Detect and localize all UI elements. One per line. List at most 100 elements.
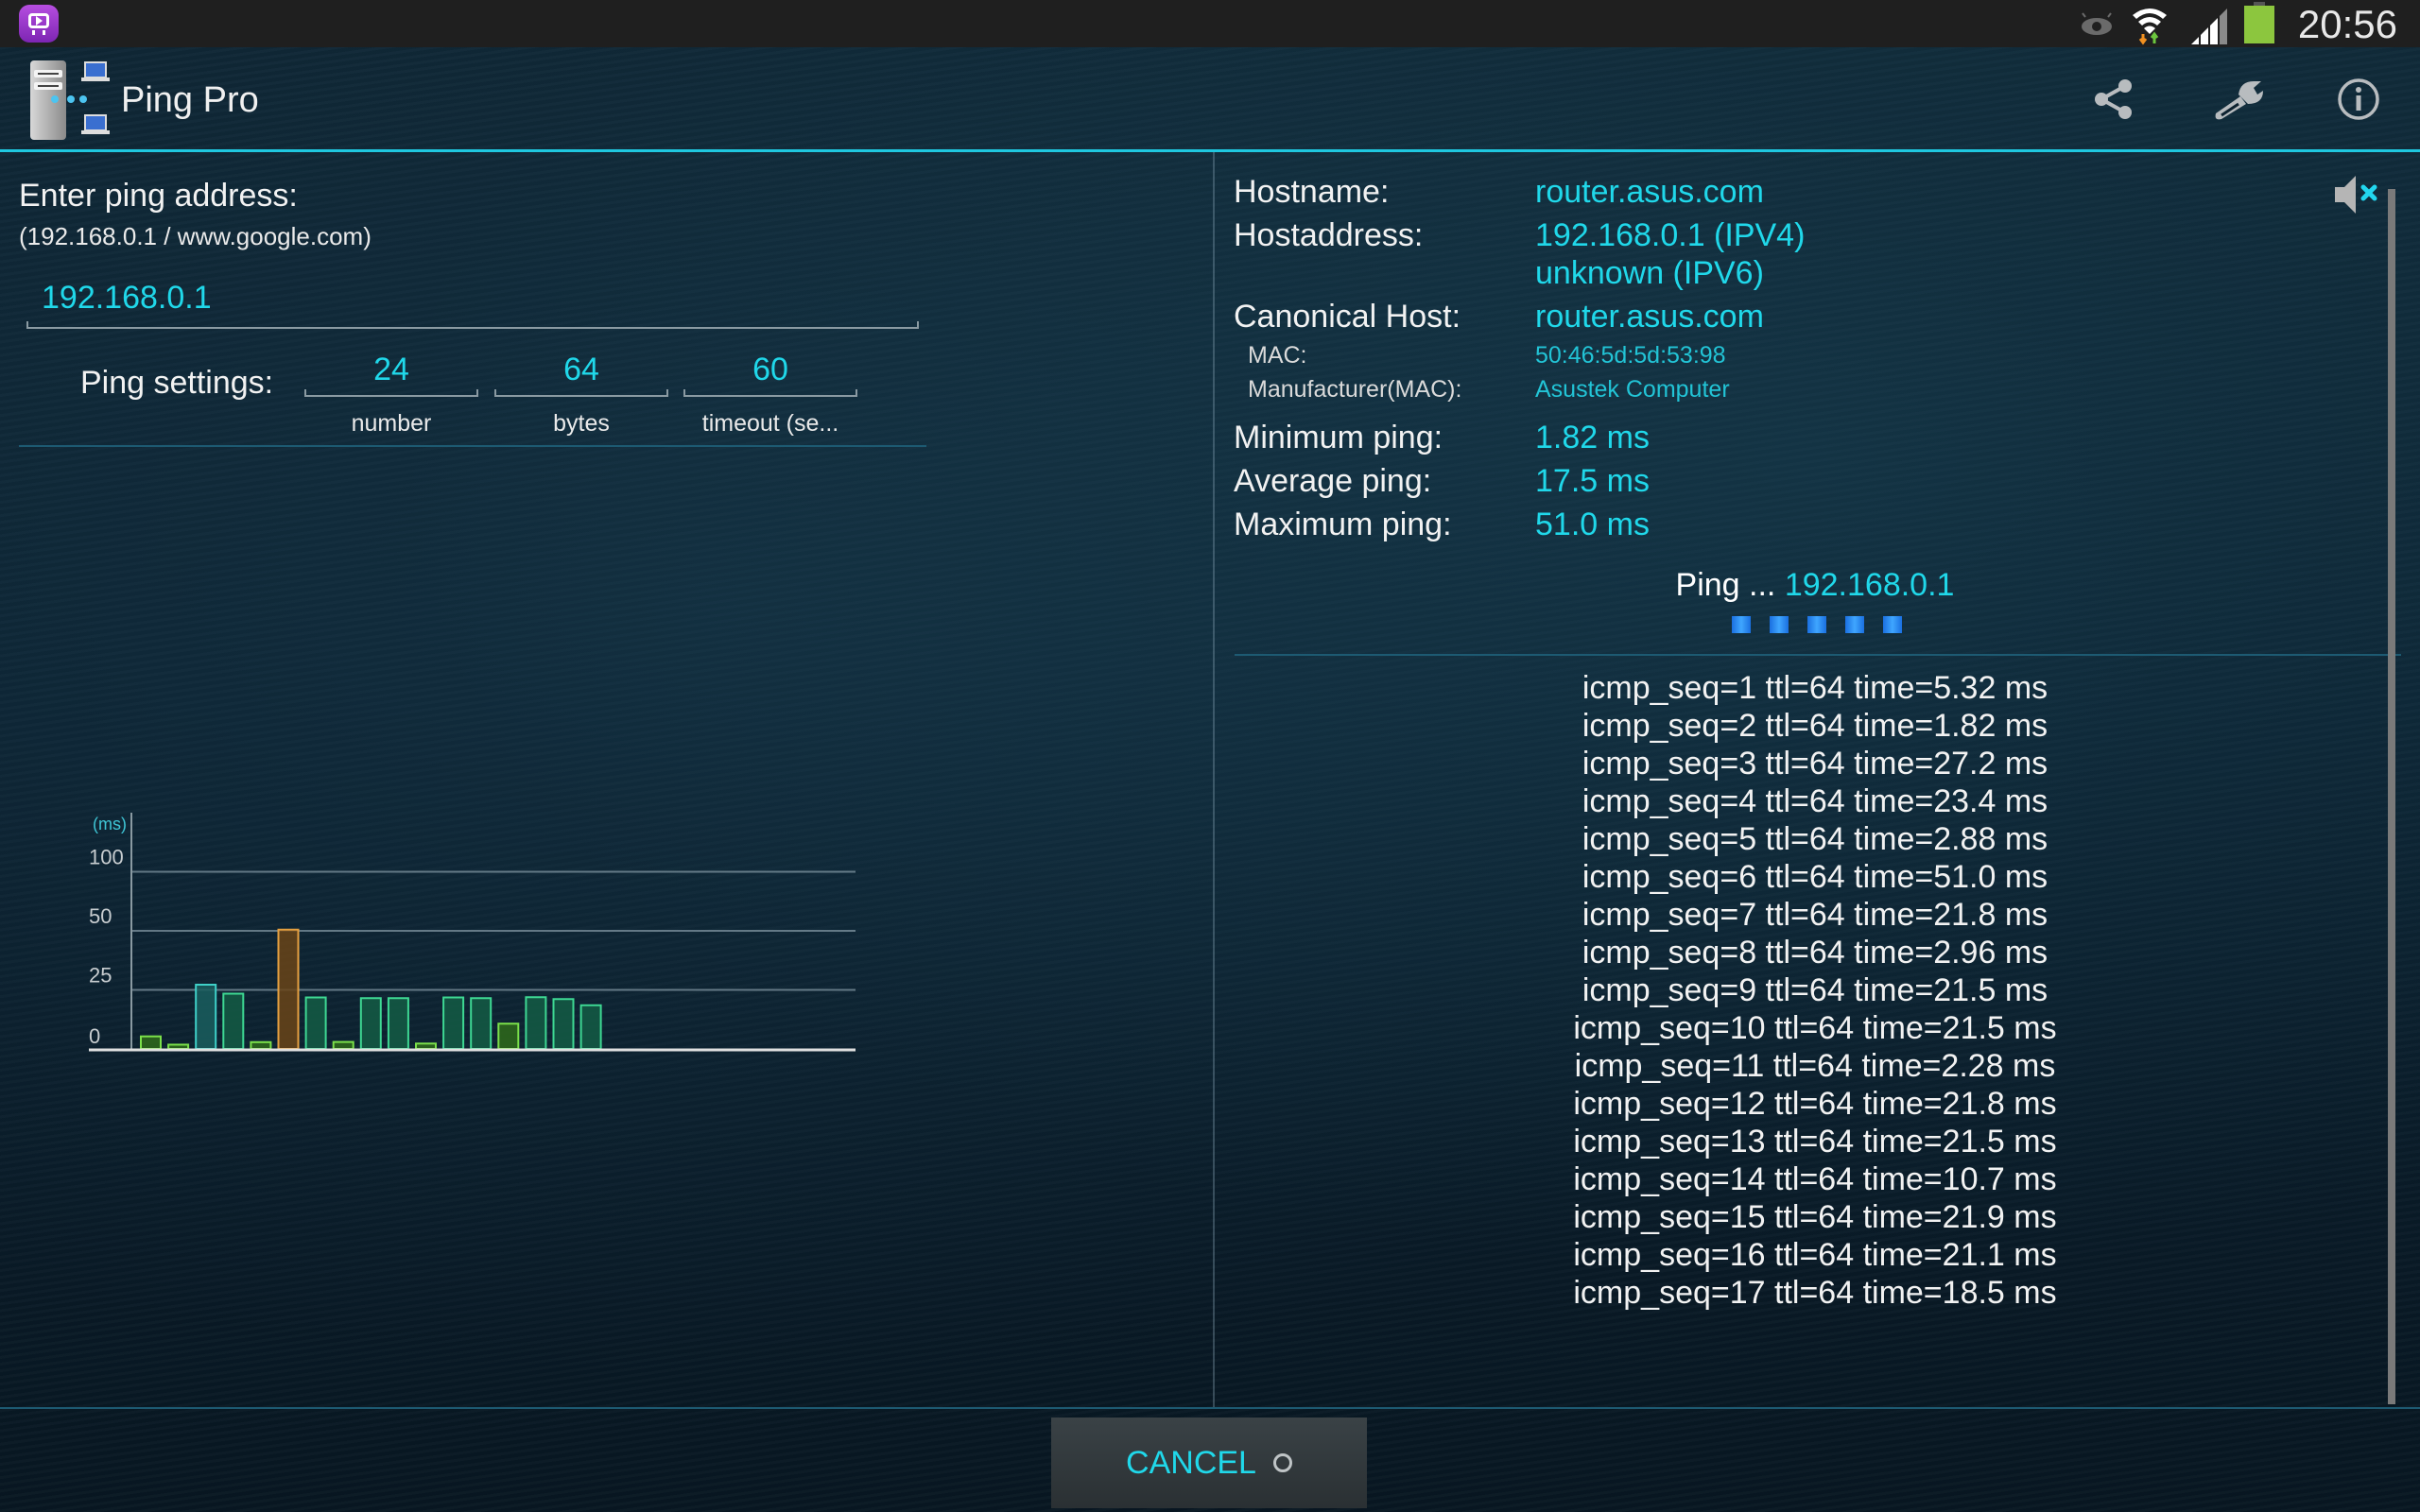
chart-bar <box>579 1004 602 1050</box>
min-ping-label: Minimum ping: <box>1234 420 1443 455</box>
cancel-button[interactable]: CANCEL <box>1051 1418 1367 1508</box>
settings-divider <box>19 445 926 447</box>
log-line: icmp_seq=1 ttl=64 time=5.32 ms <box>1582 670 2048 706</box>
chart-bar <box>387 997 409 1050</box>
chart-bar <box>332 1040 354 1051</box>
progress-dot <box>1770 616 1789 633</box>
chart-bar <box>277 928 300 1050</box>
log-line: icmp_seq=2 ttl=64 time=1.82 ms <box>1582 708 2048 744</box>
ping-bytes-input[interactable] <box>494 346 668 393</box>
log-line: icmp_seq=10 ttl=64 time=21.5 ms <box>1573 1010 2057 1046</box>
chart-y-tick: 50 <box>89 904 112 928</box>
ping-chart: (ms) 0 25 50 100 <box>89 813 856 1052</box>
hostname-label: Hostname: <box>1234 174 1390 210</box>
action-bar-divider <box>0 149 2420 152</box>
chart-y-tick: 100 <box>89 846 124 869</box>
avg-ping-label: Average ping: <box>1234 463 1432 499</box>
ping-count-caption: number <box>351 410 432 437</box>
ipv6-value: unknown (IPV6) <box>1535 255 1764 291</box>
action-bar <box>0 47 2420 149</box>
log-line: icmp_seq=15 ttl=64 time=21.9 ms <box>1573 1199 2057 1235</box>
panel-divider <box>1213 152 1215 1408</box>
chart-bar <box>442 996 465 1050</box>
log-line: icmp_seq=5 ttl=64 time=2.88 ms <box>1582 821 2048 857</box>
battery-icon <box>2244 2 2274 43</box>
log-line: icmp_seq=6 ttl=64 time=51.0 ms <box>1582 859 2048 895</box>
ipv4-value: 192.168.0.1 (IPV4) <box>1535 217 1806 253</box>
ping-timeout-caption: timeout (se... <box>701 410 839 437</box>
wifi-icon <box>2133 9 2167 45</box>
ping-bytes-field: bytes <box>494 346 668 438</box>
log-line: icmp_seq=9 ttl=64 time=21.5 ms <box>1582 972 2048 1008</box>
bottom-divider <box>0 1407 2420 1409</box>
ping-status: Ping ... 192.168.0.1 <box>1229 567 2401 604</box>
mac-label: MAC: <box>1248 342 1307 369</box>
min-ping-value: 1.82 ms <box>1535 420 1650 455</box>
progress-dot <box>1732 616 1751 633</box>
max-ping-label: Maximum ping: <box>1234 507 1452 542</box>
chart-y-tick: 25 <box>89 964 112 988</box>
log-line: icmp_seq=8 ttl=64 time=2.96 ms <box>1582 935 2048 971</box>
clock: 20:56 <box>2297 2 2397 46</box>
progress-dot <box>1807 616 1826 633</box>
share-button[interactable] <box>2083 68 2145 130</box>
log-scrollbar[interactable] <box>2388 189 2395 1404</box>
canonical-host-value: router.asus.com <box>1535 299 1764 335</box>
ping-count-input[interactable] <box>304 346 478 393</box>
chart-bar <box>497 1022 520 1050</box>
log-line: icmp_seq=16 ttl=64 time=21.1 ms <box>1573 1237 2057 1273</box>
log-line: icmp_seq=4 ttl=64 time=23.4 ms <box>1582 783 2048 819</box>
address-input-underline <box>26 321 919 329</box>
cancel-label: CANCEL <box>1126 1444 1256 1481</box>
app-title: Ping Pro <box>121 80 259 120</box>
chart-bar <box>415 1042 437 1050</box>
log-line: icmp_seq=14 ttl=64 time=10.7 ms <box>1573 1161 2057 1197</box>
smart-stay-eye-icon <box>2082 12 2112 35</box>
chart-y-label: (ms) <box>93 815 127 833</box>
volume-mute-icon <box>2335 176 2377 214</box>
chart-bar <box>304 996 327 1050</box>
status-bar <box>0 0 2420 47</box>
chart-bar <box>222 992 245 1050</box>
ping-bytes-caption: bytes <box>553 410 610 437</box>
log-line: icmp_seq=11 ttl=64 time=2.28 ms <box>1574 1048 2056 1084</box>
chart-bar <box>470 997 493 1050</box>
log-line: icmp_seq=17 ttl=64 time=18.5 ms <box>1573 1275 2057 1311</box>
ping-timeout-field: timeout (se... <box>683 346 857 438</box>
canonical-host-label: Canonical Host: <box>1234 299 1461 335</box>
share-icon <box>2095 79 2132 119</box>
manufacturer-value: Asustek Computer <box>1535 376 1730 403</box>
chart-y-tick: 0 <box>89 1024 100 1048</box>
chart-bar <box>250 1040 272 1050</box>
ping-log: icmp_seq=1 ttl=64 time=5.32 ms icmp_seq=2… <box>1229 669 2401 1312</box>
avg-ping-value: 17.5 ms <box>1535 463 1650 499</box>
ping-status-prefix: Ping ... <box>1675 567 1776 603</box>
mac-value: 50:46:5d:5d:53:98 <box>1535 342 1726 369</box>
chart-bar <box>167 1043 190 1051</box>
loading-spinner-icon <box>1272 1453 1292 1472</box>
manufacturer-label: Manufacturer(MAC): <box>1248 376 1462 403</box>
ping-timeout-input[interactable] <box>683 346 857 393</box>
settings-button[interactable] <box>2207 68 2270 130</box>
signal-icon <box>2191 9 2227 44</box>
chart-bar <box>552 998 575 1050</box>
chart-bar <box>195 984 217 1050</box>
address-label: Enter ping address: <box>19 178 298 214</box>
ping-progress-indicator <box>1732 616 1921 633</box>
address-hint: (192.168.0.1 / www.google.com) <box>19 222 372 250</box>
log-line: icmp_seq=12 ttl=64 time=21.8 ms <box>1573 1086 2057 1122</box>
app-notification-icon[interactable] <box>19 5 59 43</box>
chart-bar <box>359 997 382 1050</box>
log-line: icmp_seq=13 ttl=64 time=21.5 ms <box>1573 1124 2057 1160</box>
mute-button[interactable] <box>2333 174 2390 215</box>
ping-address-input[interactable] <box>26 272 919 323</box>
wrench-icon <box>2215 81 2263 120</box>
progress-dot <box>1883 616 1902 633</box>
ping-settings-label: Ping settings: <box>80 365 274 401</box>
chart-bar <box>140 1035 162 1051</box>
chart-bar <box>525 996 547 1050</box>
hostname-value: router.asus.com <box>1535 174 1764 210</box>
info-icon <box>2338 78 2379 120</box>
hostaddress-label: Hostaddress: <box>1234 217 1424 253</box>
info-button[interactable] <box>2327 68 2390 130</box>
